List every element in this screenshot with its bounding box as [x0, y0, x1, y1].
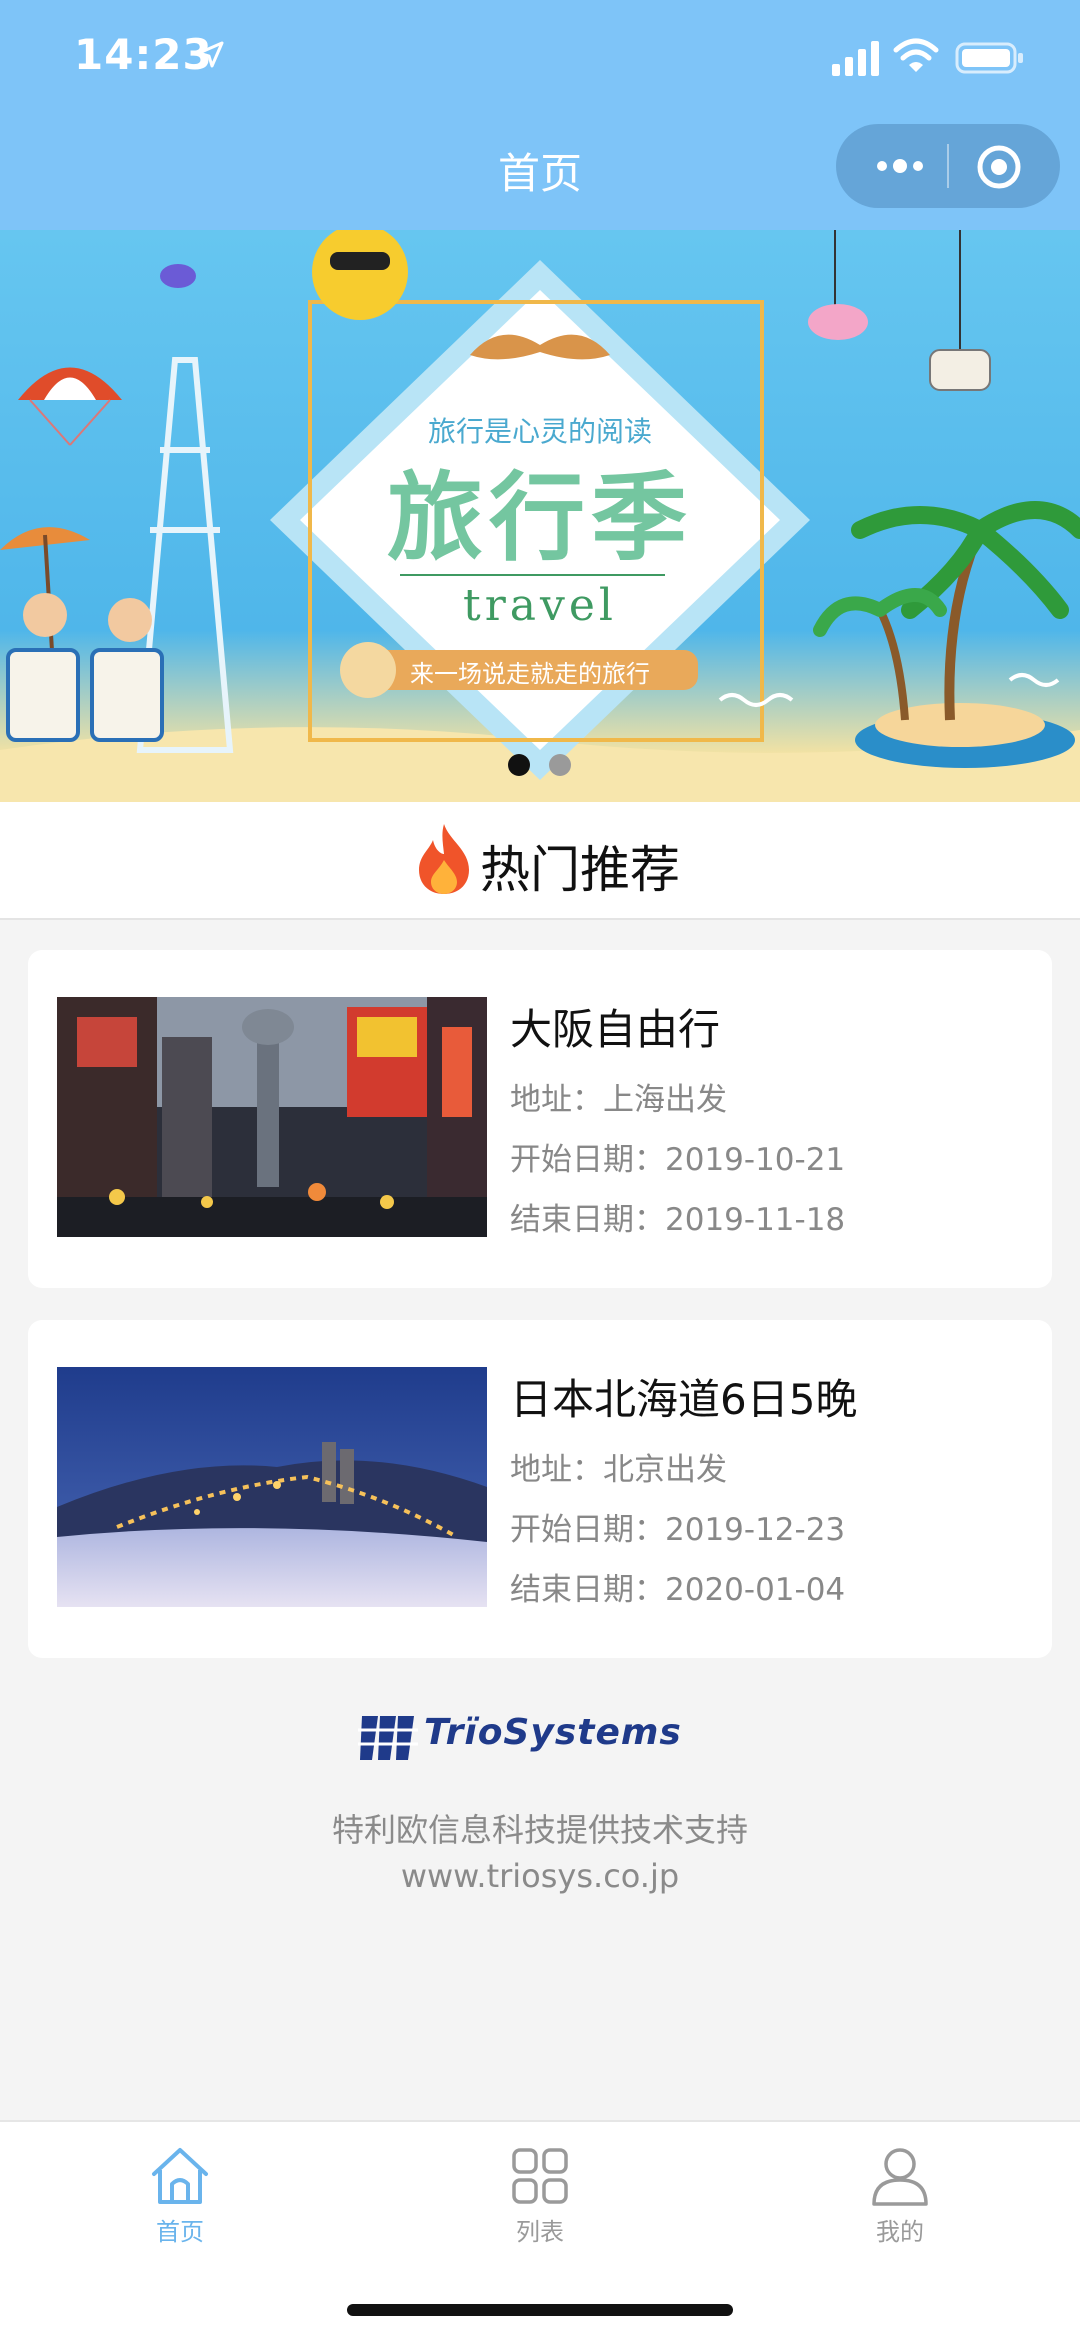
trip-card[interactable]: 日本北海道6日5晚 地址：北京出发 开始日期：2019-12-23 结束日期：2… — [28, 1320, 1052, 1658]
trip-start-date: 开始日期：2019-12-23 — [510, 1512, 846, 1548]
banner-english-title: travel — [463, 580, 617, 631]
trip-card[interactable]: 大阪自由行 地址：上海出发 开始日期：2019-10-21 结束日期：2019-… — [28, 950, 1052, 1288]
trip-start-date: 开始日期：2019-10-21 — [510, 1142, 846, 1178]
carousel-dot-2[interactable] — [549, 754, 571, 776]
promo-banner[interactable]: 旅行是心灵的阅读 旅行季 travel 来一场说走就走的旅行 — [0, 230, 1080, 802]
home-icon — [152, 2148, 208, 2204]
trip-end-date: 结束日期：2019-11-18 — [510, 1202, 846, 1238]
top-bar: 14:23 首页 — [0, 0, 1080, 230]
trip-thumbnail-osaka — [57, 997, 487, 1237]
trio-logo-mark-icon — [358, 1716, 418, 1760]
more-dots-icon[interactable] — [874, 155, 926, 177]
tab-home[interactable]: 首页 — [0, 2134, 360, 2254]
flame-icon — [419, 824, 469, 894]
trip-title: 大阪自由行 — [510, 1005, 721, 1054]
battery-icon — [955, 42, 1023, 74]
banner-title: 旅行季 — [387, 461, 693, 574]
home-indicator[interactable] — [347, 2304, 733, 2316]
hot-recommend-header: 热门推荐 — [0, 802, 1080, 920]
cellular-signal-icon — [832, 41, 879, 76]
tab-profile-label: 我的 — [876, 2218, 924, 2246]
grid-icon — [512, 2148, 568, 2204]
tab-list[interactable]: 列表 — [360, 2134, 720, 2254]
trip-thumbnail-hokkaido — [57, 1367, 487, 1607]
trip-address: 地址：北京出发 — [510, 1452, 727, 1488]
trip-end-date: 结束日期：2020-01-04 — [510, 1572, 846, 1608]
carousel-dot-1-active[interactable] — [508, 754, 530, 776]
tab-list-label: 列表 — [516, 2218, 564, 2246]
user-icon — [872, 2148, 928, 2206]
wifi-icon — [893, 38, 939, 72]
trip-address: 地址：上海出发 — [510, 1082, 727, 1118]
section-title: 热门推荐 — [480, 841, 680, 899]
website-link[interactable]: www.triosys.co.jp — [0, 1857, 1080, 1895]
tab-home-label: 首页 — [156, 2218, 204, 2246]
trip-title: 日本北海道6日5晚 — [510, 1375, 858, 1424]
brand-name: TrïoSystems — [424, 1712, 682, 1753]
location-arrow-icon — [197, 41, 224, 68]
banner-ribbon-text: 来一场说走就走的旅行 — [410, 660, 650, 688]
status-time: 14:23 — [74, 30, 213, 79]
close-target-icon[interactable] — [976, 144, 1022, 190]
trio-systems-logo: TrïoSystems — [358, 1710, 724, 1766]
miniprogram-capsule — [836, 124, 1060, 208]
tab-profile[interactable]: 我的 — [720, 2134, 1080, 2254]
capsule-divider — [947, 144, 949, 188]
tech-support-text: 特利欧信息科技提供技术支持 — [331, 1811, 748, 1849]
